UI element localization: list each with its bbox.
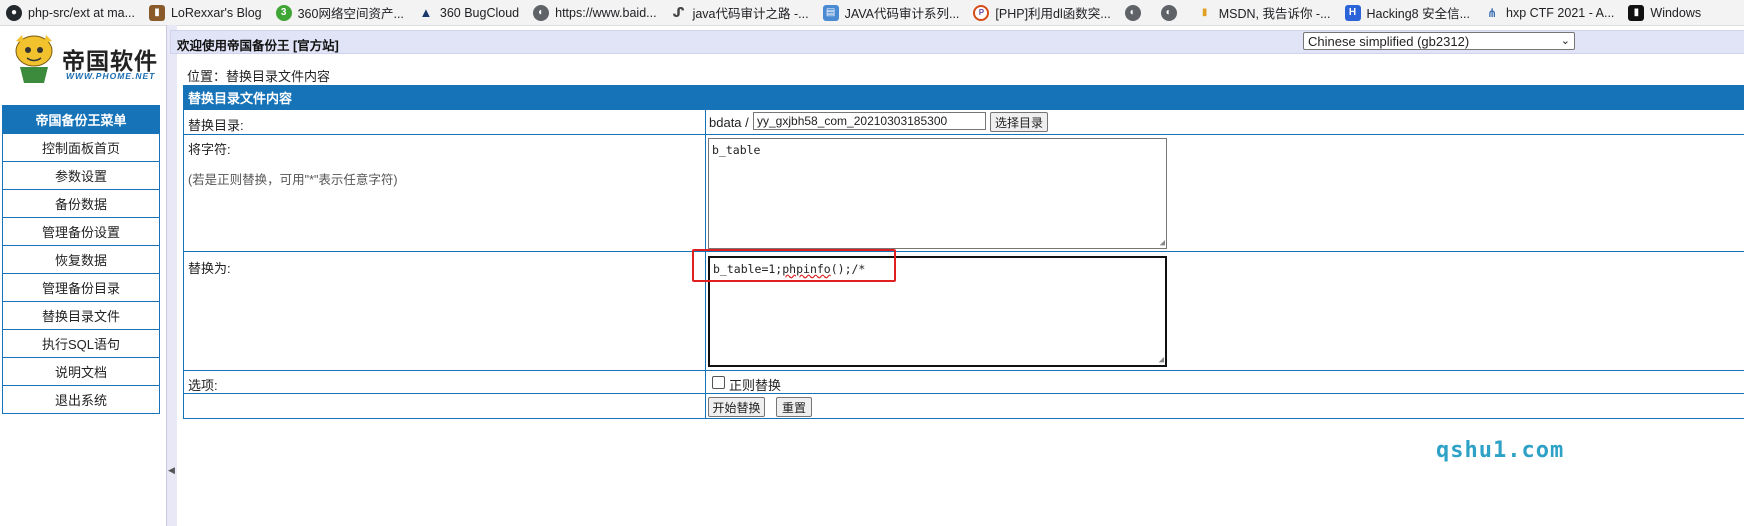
start-replace-button[interactable]: 开始替换 — [708, 397, 765, 417]
github-icon: ● — [6, 4, 22, 21]
row-directory: 替换目录: bdata / yy_gxjbh58_com_20210303185… — [184, 109, 1744, 134]
replace-label: 替换为: — [188, 261, 231, 276]
msdn-icon: ▮ — [1201, 7, 1208, 18]
frame-collapse-bar[interactable]: ◀ — [166, 25, 177, 526]
bookmark-item[interactable]: ▤ JAVA代码审计系列... — [817, 0, 968, 25]
options-label: 选项: — [188, 378, 218, 393]
menu-item-manage-backup-settings[interactable]: 管理备份设置 — [3, 217, 159, 245]
hxp-icon: ⋔ — [1486, 5, 1498, 20]
page-icon: ▤ — [822, 4, 839, 21]
dir-label: 替换目录: — [188, 118, 244, 133]
find-textarea-value: b_table — [712, 143, 761, 157]
menu-item-replace-files[interactable]: 替换目录文件 — [3, 301, 159, 329]
regex-checkbox[interactable] — [712, 376, 725, 389]
bookmark-item[interactable]: H Hacking8 安全信... — [1339, 0, 1479, 25]
dir-prefix: bdata / — [709, 115, 749, 130]
globe-icon: ◐ — [1124, 4, 1141, 21]
bookmark-item[interactable]: P [PHP]利用dl函数突... — [967, 0, 1118, 25]
bookmark-label: https://www.baid... — [555, 5, 657, 20]
menu-title: 帝国备份王菜单 — [3, 106, 159, 133]
360-icon: 3 — [275, 4, 292, 21]
dir-input[interactable]: yy_gxjbh58_com_20210303185300 — [753, 112, 986, 130]
form-title: 替换目录文件内容 — [184, 86, 1744, 109]
sidebar-menu: 帝国备份王菜单 控制面板首页 参数设置 备份数据 管理备份设置 恢复数据 管理备… — [2, 105, 160, 414]
bookmark-label: 360网络空间资产... — [297, 7, 404, 21]
bookmark-item[interactable]: ▮ Windows — [1622, 0, 1709, 25]
regex-option-label: 正则替换 — [729, 378, 782, 393]
resize-grip-icon[interactable]: ◢ — [1160, 239, 1165, 248]
bookmark-label: Hacking8 安全信... — [1366, 7, 1471, 21]
chevron-down-icon: ⌄ — [1560, 35, 1570, 47]
menu-item-dashboard[interactable]: 控制面板首页 — [3, 133, 159, 161]
menu-item-settings[interactable]: 参数设置 — [3, 161, 159, 189]
watermark: qshu1.com — [1436, 438, 1565, 463]
bugcloud-icon: ▲ — [419, 5, 433, 20]
row-find: 将字符: (若是正则替换，可用"*"表示任意字符) b_table ◢ — [184, 134, 1744, 252]
select-dir-button[interactable]: 选择目录 — [990, 112, 1048, 132]
bookmark-item[interactable]: ▲ 360 BugCloud — [412, 0, 527, 25]
resize-grip-icon[interactable]: ◢ — [1159, 356, 1164, 365]
row-replace: 替换为: b_table=1;phpinfo();/* ◢ — [184, 251, 1744, 370]
swirl-icon: ᔑ — [672, 4, 685, 20]
bookmark-item[interactable]: ◐ — [1155, 0, 1191, 25]
collapse-arrow-icon[interactable]: ◀ — [168, 465, 175, 476]
bookmark-label: JAVA代码审计系列... — [844, 7, 960, 21]
bookmark-item[interactable]: ⋔ hxp CTF 2021 - A... — [1478, 0, 1622, 25]
menu-item-logout[interactable]: 退出系统 — [3, 385, 159, 413]
globe-icon: ◐ — [533, 4, 550, 21]
menu-item-manage-backup-dir[interactable]: 管理备份目录 — [3, 273, 159, 301]
bookmark-item[interactable]: ᔑ java代码审计之路 -... — [665, 0, 817, 25]
bookmark-item[interactable]: ▮ MSDN, 我告诉你 -... — [1191, 0, 1339, 25]
breadcrumb: 位置：替换目录文件内容 — [187, 69, 331, 84]
language-select-value: Chinese simplified (gb2312) — [1308, 33, 1470, 49]
find-hint: (若是正则替换，可用"*"表示任意字符) — [188, 173, 398, 187]
bookmark-label: hxp CTF 2021 - A... — [1506, 5, 1615, 20]
replace-form: 替换目录文件内容 替换目录: bdata / yy_gxjbh58_com_20… — [183, 85, 1744, 419]
logo-url: WWW.PHOME.NET — [66, 71, 156, 81]
bookmark-item[interactable]: ● php-src/ext at ma... — [0, 0, 143, 25]
bookmark-label: MSDN, 我告诉你 -... — [1218, 7, 1331, 21]
find-label: 将字符: — [188, 142, 231, 157]
menu-item-restore[interactable]: 恢复数据 — [3, 245, 159, 273]
menu-item-docs[interactable]: 说明文档 — [3, 357, 159, 385]
h8-icon: H — [1344, 4, 1361, 21]
row-options: 选项: 正则替换 — [184, 370, 1744, 394]
menu-item-sql[interactable]: 执行SQL语句 — [3, 329, 159, 357]
row-actions: 开始替换 重置 — [184, 393, 1744, 420]
bookmark-label: [PHP]利用dl函数突... — [995, 7, 1111, 21]
menu-item-backup[interactable]: 备份数据 — [3, 189, 159, 217]
bookmark-item[interactable]: 3 360网络空间资产... — [270, 0, 412, 25]
magnifier-icon: P — [973, 4, 990, 21]
language-select[interactable]: Chinese simplified (gb2312) ⌄ — [1303, 32, 1575, 50]
bookmark-label: php-src/ext at ma... — [28, 5, 135, 20]
bookmarks-bar: ● php-src/ext at ma... ▮ LoRexxar's Blog 3 36… — [0, 0, 1744, 26]
bookmark-item[interactable]: ▮ LoRexxar's Blog — [143, 0, 270, 25]
windows-icon: ▮ — [1628, 4, 1645, 21]
bookmark-label: Windows — [1650, 5, 1702, 20]
mascot-icon — [15, 35, 53, 83]
bookmark-item[interactable]: ◐ — [1119, 0, 1155, 25]
bookmark-label: java代码审计之路 -... — [692, 7, 809, 21]
book-icon: ▮ — [148, 4, 165, 21]
logo: 帝国软件 WWW.PHOME.NET — [10, 33, 160, 88]
reset-button[interactable]: 重置 — [776, 397, 812, 417]
globe-icon: ◐ — [1160, 4, 1177, 21]
bookmark-item[interactable]: ◐ https://www.baid... — [527, 0, 664, 25]
bookmark-label: 360 BugCloud — [439, 5, 520, 20]
find-textarea[interactable]: b_table ◢ — [708, 138, 1167, 249]
bookmark-label: LoRexxar's Blog — [170, 5, 262, 20]
highlight-box — [692, 249, 896, 282]
welcome-text: 欢迎使用帝国备份王 [官方站] — [177, 39, 339, 53]
